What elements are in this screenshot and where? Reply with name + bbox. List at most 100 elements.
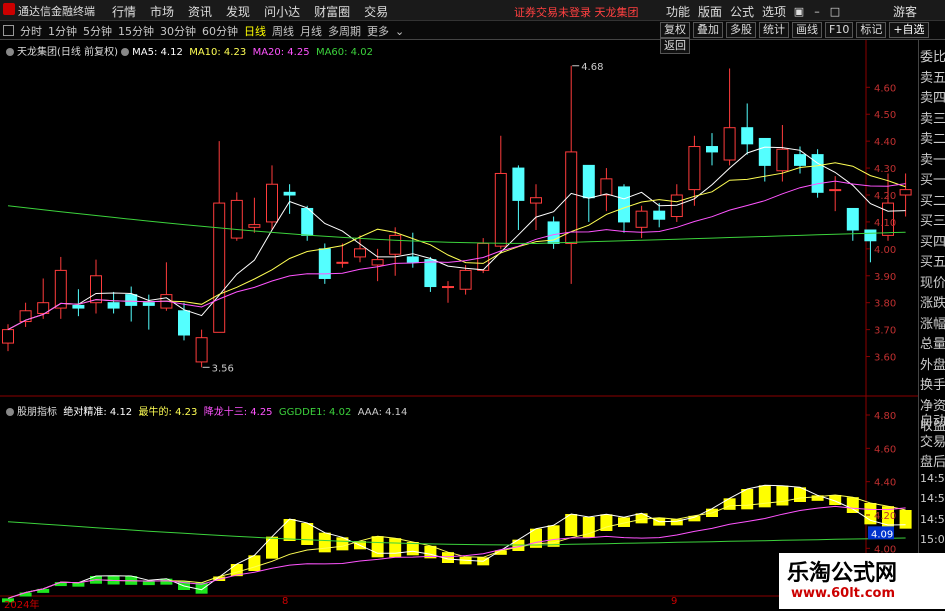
ma-settings-icon[interactable] [121,48,130,56]
date-label-aug: 8 [282,596,289,607]
candle-body [54,269,67,309]
candle-body [618,186,630,223]
candle-body [899,189,912,196]
side-label: 14:57 [920,512,945,526]
candle-body [494,172,507,247]
side-label: 交易 [920,434,945,450]
add-favorite-button[interactable]: +自选 [889,22,929,38]
ma60-line [7,205,906,245]
sub-bar [547,525,560,547]
side-label: 现价 [920,275,945,291]
candle-body [706,146,718,153]
layout-icon[interactable] [3,25,14,36]
sub-tick-label: 4.20 [874,511,896,522]
candle-body [794,154,806,166]
fuquan-button[interactable]: 复权 [660,22,690,38]
sub-bar [741,489,754,510]
menu-jiaoyi[interactable]: 交易 [364,5,388,19]
side-label: 换手 [920,378,945,393]
sub-v1: 绝对精准: 4.12 [63,407,133,418]
menu-wenxiaoda[interactable]: 问小达 [264,5,300,19]
candle-body [195,337,208,363]
side-label: 卖三 [920,111,945,127]
menu-banmian[interactable]: 版面 [698,5,722,19]
candle-body [248,224,261,228]
tab-1min[interactable]: 1分钟 [48,25,77,38]
tab-fenshi[interactable]: 分时 [20,25,42,38]
price-tick-label: 3.60 [874,353,896,364]
price-tick-label: 4.20 [874,191,896,202]
watermark-url: www.60lt.com [791,586,896,601]
draw-line-button[interactable]: 画线 [792,22,822,38]
candle-body [459,269,472,290]
candle-body [72,304,85,309]
candle-body [213,202,226,333]
sub-tick-label: 4.60 [874,444,896,455]
sub-current-value: 4.09 [871,529,893,540]
candle-body [776,148,789,172]
candle-body [723,127,736,161]
sub-bar [283,519,296,541]
candle-body [864,229,877,242]
sub-v4: GGDDE1: 4.02 [278,407,352,418]
sub-v3: 降龙十三: 4.25 [203,407,273,418]
tab-weekly[interactable]: 周线 [272,25,294,38]
multi-stock-button[interactable]: 多股 [726,22,756,38]
candle-body [829,189,842,192]
menu-shichang[interactable]: 市场 [150,5,174,19]
kline-chart[interactable]: 4.68 3.56 4.60 4.50 4.40 4.30 4.20 4.10 4.00 3.90… [0,40,918,607]
sub-bar [72,582,85,587]
tab-multi-period[interactable]: 多周期 [328,25,361,38]
sub-tick-label: 4.80 [874,411,896,422]
menu-caifuquan[interactable]: 财富圈 [314,5,350,19]
f10-button[interactable]: F10 [825,22,854,38]
ma20-value: MA20: 4.25 [252,47,310,58]
candle-body [406,256,419,263]
tab-5min[interactable]: 5分钟 [83,25,112,38]
stats-button[interactable]: 统计 [759,22,789,38]
ma10-line [7,162,906,331]
period-toolbar: 分时 1分钟 5分钟 15分钟 30分钟 60分钟 日线 周线 月线 多周期 更多 ⌄ 复权 叠加 多股统… [0,21,945,54]
minimize-icon[interactable]: – [811,6,823,18]
price-tick-label: 4.50 [874,110,896,121]
overlay-button[interactable]: 叠加 [693,22,723,38]
main-menu: 行情 市场 资讯 发现 问小达 财富圈 交易 [112,3,402,20]
tab-more[interactable]: 更多 [367,25,389,38]
candle-body [741,127,754,145]
tab-30min[interactable]: 30分钟 [160,25,196,38]
tab-15min[interactable]: 15分钟 [118,25,154,38]
menu-faxian[interactable]: 发现 [226,5,250,19]
tab-daily[interactable]: 日线 [244,25,266,38]
candle-body [178,310,190,336]
sub-bar [723,498,736,510]
price-tick-label: 3.80 [874,299,896,310]
settings-icon[interactable] [6,48,14,56]
candle-body [354,248,366,258]
app-logo-icon [3,3,15,15]
tab-60min[interactable]: 60分钟 [202,25,238,38]
sub-bar [565,514,578,536]
candle-body [442,286,454,289]
candle-body [600,178,613,196]
menu-xuanxiang[interactable]: 选项 [762,5,786,19]
price-tick-label: 3.70 [874,326,896,337]
ma5-value: MA5: 4.12 [132,47,183,58]
sub-bar [389,538,402,558]
side-label: 14:56 [920,471,945,485]
candle-body [758,137,771,166]
menu-gongshi[interactable]: 公式 [730,5,754,19]
guest-label[interactable]: 游客 [893,3,917,20]
menu-hangqing[interactable]: 行情 [112,5,136,19]
tab-monthly[interactable]: 月线 [300,25,322,38]
skin-icon[interactable]: ▣ [793,6,805,18]
candle-body [107,302,120,309]
chevron-down-icon[interactable]: ⌄ [395,25,404,38]
date-label-sep: 9 [671,596,678,607]
mark-button[interactable]: 标记 [856,22,887,38]
sub-settings-icon[interactable] [6,408,14,416]
menu-gongneng[interactable]: 功能 [666,5,690,19]
menu-zixun[interactable]: 资讯 [188,5,212,19]
maximize-icon[interactable]: □ [829,6,841,18]
candle-body [688,146,701,191]
title-bar: 通达信金融终端 行情 市场 资讯 发现 问小达 财富圈 交易 证券交易未登录 天龙集团 功能… [0,0,945,21]
